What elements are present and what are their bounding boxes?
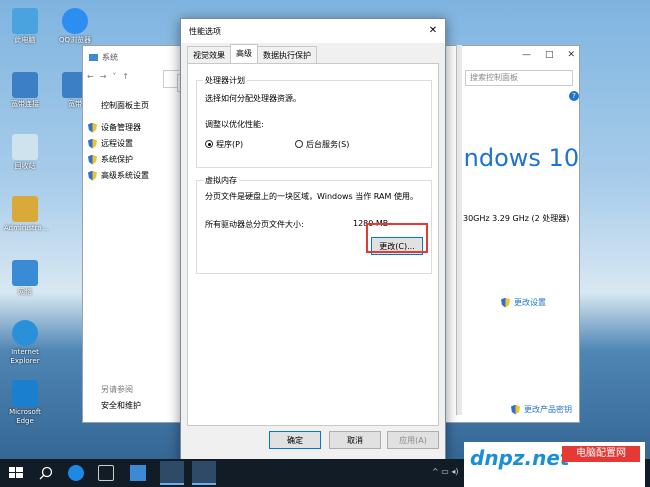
sidebar-item-advanced[interactable]: 高级系统设置 — [88, 170, 149, 181]
shield-icon — [501, 297, 510, 308]
shield-icon — [511, 404, 520, 415]
shield-icon — [88, 170, 97, 181]
highlight-box — [366, 223, 428, 253]
ie-icon — [12, 320, 38, 346]
network-icon — [12, 260, 38, 286]
window-edge — [456, 45, 462, 415]
window-icon — [89, 53, 98, 61]
user-folder-icon — [12, 196, 38, 222]
desktop-icon-this-pc[interactable]: 此电脑 — [4, 8, 46, 45]
processor-desc: 选择如何分配处理器资源。 — [205, 94, 301, 103]
desktop-icon-broadband[interactable]: 宽带连接 — [4, 72, 46, 109]
dialog-close-button[interactable]: ✕ — [421, 19, 445, 43]
store-icon[interactable] — [130, 465, 146, 481]
search-icon[interactable] — [38, 465, 54, 481]
search-input[interactable]: 搜索控制面板 — [465, 70, 573, 86]
nav-arrows: ← → ˅ ↑ — [87, 72, 129, 81]
system-window-title: 系统 — [102, 52, 118, 62]
windows-start-icon[interactable] — [8, 465, 24, 481]
watermark-site: 电脑配置网 — [562, 446, 640, 462]
recycle-bin-icon — [12, 134, 38, 160]
help-icon[interactable]: ? — [569, 91, 579, 101]
change-settings-link[interactable]: 更改设置 — [501, 297, 546, 308]
desktop-icon-network[interactable]: 网络 — [4, 260, 46, 297]
ok-button[interactable]: 确定 — [269, 431, 321, 449]
dialog-titlebar: 性能选项 — [181, 19, 445, 43]
windows-brand: indows 10 — [457, 144, 580, 172]
tray-icons[interactable]: ^ ▭ ◂) — [432, 467, 458, 476]
desktop-icon-administrator[interactable]: Administra... — [4, 196, 49, 233]
virtual-memory-desc: 分页文件是硬盘上的一块区域，Windows 当作 RAM 使用。 — [205, 192, 418, 201]
security-link[interactable]: 安全和维护 — [101, 400, 141, 411]
cancel-button[interactable]: 取消 — [329, 431, 381, 449]
performance-options-dialog[interactable]: 性能选项 ✕ 视觉效果 高级 数据执行保护 处理器计划 选择如何分配处理器资源。… — [180, 18, 446, 462]
desktop-icon-qq-browser[interactable]: QQ浏览器 — [54, 8, 96, 45]
radio-programs[interactable]: 程序(P) — [205, 139, 243, 150]
shield-icon — [88, 138, 97, 149]
window-controls: — □ ✕ — [522, 50, 575, 60]
dialog-title: 性能选项 — [189, 26, 221, 36]
processor-group: 处理器计划 选择如何分配处理器资源。 调整以优化性能: 程序(P) 后台服务(S… — [196, 75, 432, 168]
desktop-icon-recycle-bin[interactable]: 回收站 — [4, 134, 46, 171]
monitor-icon — [12, 72, 38, 98]
see-also-heading: 另请参阅 — [101, 385, 133, 394]
radio-empty-icon — [295, 140, 303, 148]
shield-icon — [88, 122, 97, 133]
back-icon[interactable]: ← — [87, 72, 94, 81]
paging-total-label: 所有驱动器总分页文件大小: — [205, 220, 304, 229]
optimize-label: 调整以优化性能: — [205, 120, 264, 129]
explorer-icon[interactable] — [98, 465, 114, 481]
change-key-link[interactable]: 更改产品密钥 — [511, 404, 572, 415]
sidebar-home[interactable]: 控制面板主页 — [101, 100, 149, 111]
sidebar-item-device-manager[interactable]: 设备管理器 — [88, 122, 141, 133]
sidebar-item-protection[interactable]: 系统保护 — [88, 154, 133, 165]
radio-selected-icon — [205, 140, 213, 148]
maximize-icon[interactable]: □ — [545, 50, 554, 60]
shield-icon — [88, 154, 97, 165]
processor-legend: 处理器计划 — [203, 75, 247, 86]
edge-icon — [12, 380, 38, 406]
radio-background[interactable]: 后台服务(S) — [295, 139, 349, 150]
apply-button[interactable]: 应用(A) — [387, 431, 439, 449]
computer-icon — [12, 8, 38, 34]
tab-advanced[interactable]: 高级 — [230, 44, 258, 64]
watermark: dnpz.net 电脑配置网 — [464, 442, 645, 487]
dialog-task-icon[interactable] — [192, 461, 216, 485]
cpu-info: 30GHz 3.29 GHz (2 处理器) — [463, 214, 570, 223]
virtual-memory-legend: 虚拟内存 — [203, 175, 239, 186]
watermark-brand: dnpz.net — [470, 446, 570, 470]
sidebar-item-remote[interactable]: 远程设置 — [88, 138, 133, 149]
close-icon[interactable]: ✕ — [567, 50, 575, 60]
system-window-task-icon[interactable] — [160, 461, 184, 485]
chevron-down-icon[interactable]: ˅ — [112, 72, 116, 81]
browser-icon — [62, 8, 88, 34]
desktop-icon-edge[interactable]: Microsoft Edge — [4, 380, 46, 426]
edge-icon[interactable] — [68, 465, 84, 481]
forward-icon[interactable]: → — [100, 72, 107, 81]
up-icon[interactable]: ↑ — [122, 72, 129, 81]
desktop-icon-ie[interactable]: Internet Explorer — [4, 320, 46, 366]
minimize-icon[interactable]: — — [522, 50, 531, 60]
